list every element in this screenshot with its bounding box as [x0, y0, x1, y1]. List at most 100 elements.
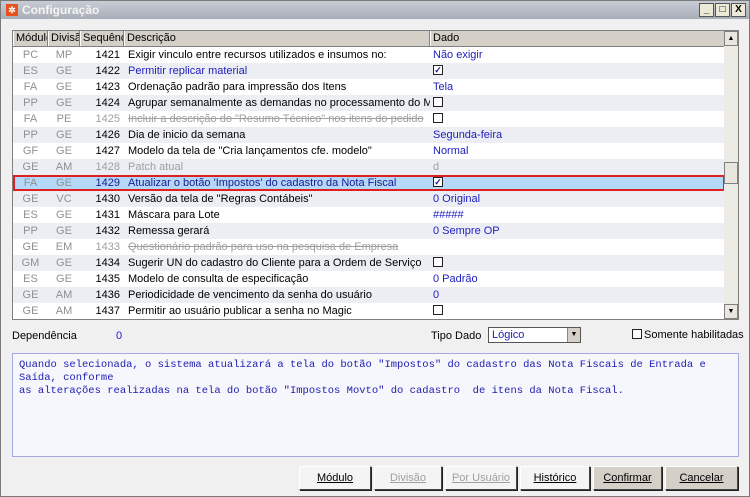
cell-divisao: AM [55, 289, 73, 301]
table-row[interactable]: GM GE 1434 Sugerir UN do cadastro do Client… [13, 255, 725, 271]
checkbox-unchecked-icon[interactable] [433, 257, 443, 268]
table-row[interactable]: PC MP 1421 Exigir vinculo entre recursos ut… [13, 47, 725, 63]
cell-dado[interactable]: Tela [430, 79, 725, 95]
table-row[interactable]: FA PE 1425 Incluir a descrição do "Resumo T… [13, 111, 725, 127]
cell-divisao: GE [56, 177, 72, 189]
modulo-button[interactable]: Módulo [299, 466, 371, 490]
cell-modulo: GE [22, 161, 39, 173]
cell-dado[interactable]: Normal [430, 143, 725, 159]
cell-divisao: PE [56, 113, 72, 125]
cell-descricao: Questionário padrão para uso na pesquisa… [128, 241, 399, 253]
cell-dado[interactable]: d [430, 159, 725, 175]
cell-divisao: GE [56, 129, 72, 141]
cell-dado[interactable]: Segunda-feira [430, 127, 725, 143]
cell-sequencia: 1425 [95, 113, 120, 125]
table-row[interactable]: GF GE 1427 Modelo da tela de "Cria lançamen… [13, 143, 725, 159]
close-button[interactable]: X [731, 3, 746, 17]
cell-modulo: PC [22, 49, 39, 61]
cell-dado[interactable] [430, 303, 725, 319]
cell-sequencia: 1421 [95, 49, 120, 61]
cell-descricao: Exigir vinculo entre recursos utilizados… [128, 49, 387, 61]
por-usuario-button[interactable]: Por Usuário [445, 466, 517, 490]
cell-dado[interactable]: 0 Sempre OP [430, 223, 725, 239]
cell-modulo: PP [23, 129, 38, 141]
table-row[interactable]: ES GE 1431 Máscara para Lote ##### [13, 207, 725, 223]
column-header-modulo[interactable]: Módulo [13, 31, 48, 46]
cell-divisao: GE [56, 81, 72, 93]
checkbox-unchecked-icon[interactable] [433, 305, 443, 316]
cell-modulo: ES [23, 65, 38, 77]
scroll-down-icon[interactable]: ▼ [724, 304, 738, 319]
maximize-button[interactable]: □ [715, 3, 730, 17]
column-header-sequencia[interactable]: Sequência [80, 31, 124, 46]
cell-modulo: PP [23, 225, 38, 237]
tipo-dado-select[interactable]: Lógico ▼ [488, 327, 581, 343]
table-row[interactable]: PP GE 1426 Dia de inicio da semana Segunda-f… [13, 127, 725, 143]
cell-descricao: Ordenação padrão para impressão dos Iten… [128, 81, 347, 93]
table-row[interactable]: GE EM 1433 Questionário padrão para uso na … [13, 239, 725, 255]
chevron-down-icon[interactable]: ▼ [567, 328, 580, 342]
cell-descricao: Atualizar o botão 'Impostos' do cadastro… [128, 177, 397, 189]
cell-divisao: MP [55, 49, 73, 61]
cell-dado[interactable] [430, 95, 725, 111]
cell-dado[interactable]: 0 Original [430, 191, 725, 207]
table-row[interactable]: GE AM 1428 Patch atual d [13, 159, 725, 175]
cell-divisao: AM [55, 305, 73, 317]
checkbox-icon[interactable] [632, 329, 642, 339]
column-header-dado[interactable]: Dado [430, 31, 725, 46]
checkbox-checked-icon[interactable]: ✓ [433, 177, 443, 188]
cell-descricao: Modelo de consulta de especificação [128, 273, 309, 285]
table-row[interactable]: PP GE 1432 Remessa gerará 0 Sempre OP [13, 223, 725, 239]
cell-modulo: GE [22, 193, 39, 205]
cell-sequencia: 1431 [95, 209, 120, 221]
table-row[interactable]: FA GE 1423 Ordenação padrão para impressão … [13, 79, 725, 95]
cell-modulo: FA [23, 81, 38, 93]
cell-sequencia: 1433 [95, 241, 120, 253]
minimize-button[interactable]: _ [699, 3, 714, 17]
cell-dado[interactable] [430, 111, 725, 127]
configuracao-window: ✲ Configuração _ □ X Módulo Divisão Sequ… [0, 0, 750, 497]
cell-dado[interactable]: 0 Padrão [430, 271, 725, 287]
cell-dado[interactable]: ✓ [430, 175, 725, 191]
description-memo[interactable]: Quando selecionada, o sistema atualizará… [12, 353, 739, 457]
divisao-button[interactable]: Divisão [374, 466, 442, 490]
table-row[interactable]: FA GE 1429 Atualizar o botão 'Impostos' do … [13, 175, 725, 191]
vertical-scrollbar[interactable]: ▲ ▼ [724, 31, 738, 319]
column-header-divisao[interactable]: Divisão [48, 31, 80, 46]
cell-divisao: VC [56, 193, 72, 205]
cell-dado[interactable] [430, 239, 725, 255]
column-header-descricao[interactable]: Descrição [124, 31, 430, 46]
historico-button[interactable]: Histórico [520, 466, 590, 490]
cell-divisao: GE [56, 145, 72, 157]
grid-rows: PC MP 1421 Exigir vinculo entre recursos ut… [13, 47, 725, 319]
table-row[interactable]: GE AM 1437 Permitir ao usuário publicar a s… [13, 303, 725, 319]
cell-dado[interactable]: ##### [430, 207, 725, 223]
cell-modulo: ES [23, 209, 38, 221]
config-grid: Módulo Divisão Sequência Descrição Dado … [12, 30, 739, 320]
table-row[interactable]: GE AM 1436 Periodicidade de vencimento da s… [13, 287, 725, 303]
cell-sequencia: 1422 [95, 65, 120, 77]
cell-dado[interactable]: Não exigir [430, 47, 725, 63]
somente-habilitadas-checkbox[interactable]: Somente habilitadas [632, 329, 744, 341]
cancelar-button[interactable]: Cancelar [665, 466, 738, 490]
cell-divisao: GE [56, 225, 72, 237]
cell-sequencia: 1430 [95, 193, 120, 205]
table-row[interactable]: ES GE 1422 Permitir replicar material ✓ [13, 63, 725, 79]
checkbox-unchecked-icon[interactable] [433, 97, 443, 108]
cell-sequencia: 1426 [95, 129, 120, 141]
checkbox-unchecked-icon[interactable] [433, 113, 443, 124]
confirmar-button[interactable]: Confirmar [593, 466, 662, 490]
table-row[interactable]: GE VC 1430 Versão da tela de "Regras Contáb… [13, 191, 725, 207]
tipo-dado-label: Tipo Dado [431, 330, 482, 342]
cell-divisao: GE [56, 257, 72, 269]
cell-dado[interactable]: ✓ [430, 63, 725, 79]
scroll-thumb[interactable] [724, 162, 738, 184]
table-row[interactable]: PP GE 1424 Agrupar semanalmente as demandas… [13, 95, 725, 111]
scroll-up-icon[interactable]: ▲ [724, 31, 738, 46]
cell-sequencia: 1435 [95, 273, 120, 285]
table-row[interactable]: ES GE 1435 Modelo de consulta de especifica… [13, 271, 725, 287]
cell-descricao: Patch atual [128, 161, 184, 173]
checkbox-checked-icon[interactable]: ✓ [433, 65, 443, 76]
cell-dado[interactable] [430, 255, 725, 271]
cell-dado[interactable]: 0 [430, 287, 725, 303]
